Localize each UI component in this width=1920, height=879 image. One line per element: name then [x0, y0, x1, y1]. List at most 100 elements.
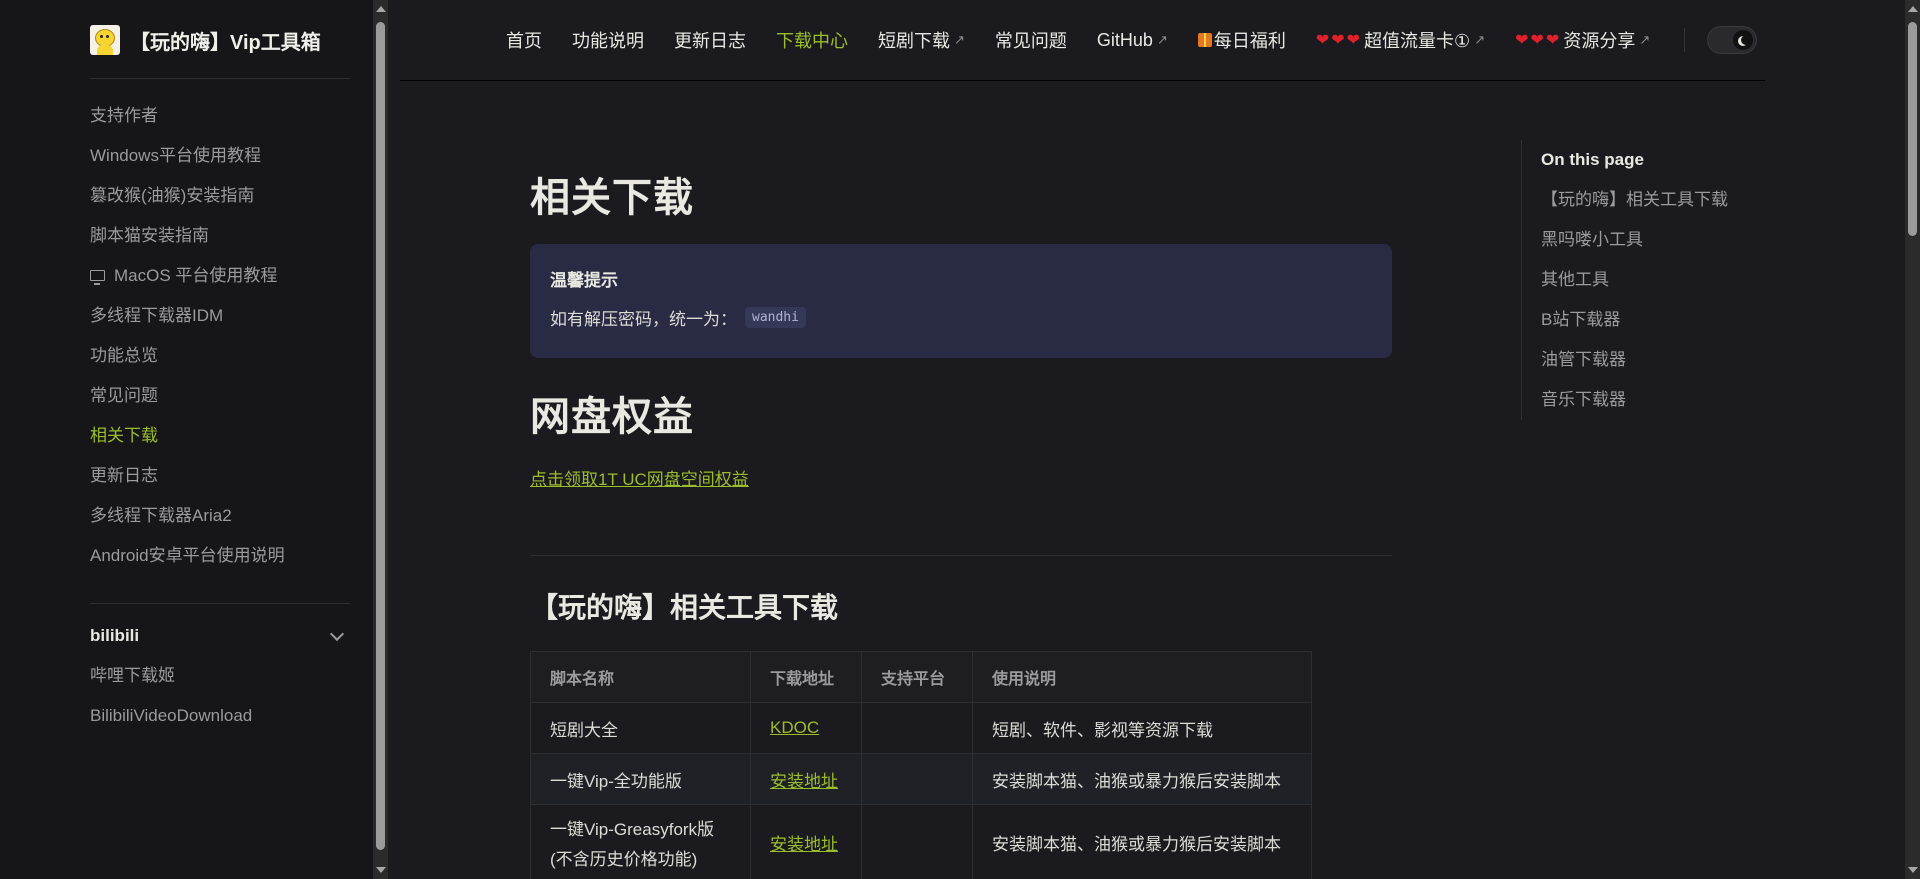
cell-platform [861, 753, 973, 805]
cell-desc: 短剧、软件、影视等资源下载 [972, 702, 1312, 754]
cell-desc: 安装脚本猫、油猴或暴力猴后安装脚本 [972, 804, 1312, 879]
heart-icon: ❤❤❤ [1315, 32, 1363, 49]
nav-label: 资源分享 [1563, 31, 1636, 51]
scroll-up-arrow-icon[interactable] [1908, 6, 1918, 12]
table-header-row: 脚本名称 下载地址 支持平台 使用说明 [530, 651, 1312, 703]
section-title-tools: 【玩的嗨】相关工具下载 [530, 592, 839, 623]
sidebar-item-bilibili-video-download[interactable]: BilibiliVideoDownload [90, 696, 360, 736]
nav-label: GitHub [1096, 29, 1153, 50]
sidebar-item-label: 多线程下载器Aria2 [90, 506, 232, 525]
sidebar-nav: 支持作者 Windows平台使用教程 篡改猴(油猴)安装指南 脚本猫安装指南 M… [90, 96, 360, 576]
sidebar-item-android-guide[interactable]: Android安卓平台使用说明 [90, 536, 360, 576]
nav-changelog[interactable]: 更新日志 [674, 27, 746, 53]
nav-label: 更新日志 [674, 31, 746, 51]
sidebar-item-support-author[interactable]: 支持作者 [90, 96, 360, 136]
sidebar-item-bilibili-downloader[interactable]: 哔哩下载姬 [90, 656, 360, 696]
cell-link: KDOC [750, 702, 862, 754]
sidebar-group-bilibili[interactable]: bilibili [90, 618, 350, 654]
toc-item-wukong-tools[interactable]: 黑吗喽小工具 [1541, 220, 1728, 260]
sidebar-group-label: bilibili [90, 626, 140, 645]
sidebar-item-label: MacOS 平台使用教程 [114, 266, 278, 285]
nav-label: 短剧下载 [878, 31, 950, 51]
sidebar-item-idm[interactable]: 多线程下载器IDM [90, 296, 360, 336]
nav-features[interactable]: 功能说明 [572, 27, 644, 53]
nav-daily-welfare[interactable]: 每日福利 [1197, 27, 1286, 53]
brand-link[interactable]: 【玩的嗨】Vip工具箱 [90, 24, 321, 56]
sidebar-item-changelog[interactable]: 更新日志 [90, 456, 360, 496]
nav-faq[interactable]: 常见问题 [995, 27, 1067, 53]
toc-item-music-downloader[interactable]: 音乐下载器 [1541, 380, 1728, 420]
gift-icon [1197, 33, 1212, 47]
tip-box: 温馨提示 如有解压密码，统一为： wandhi [530, 244, 1392, 358]
cell-link: 安装地址 [750, 753, 862, 805]
scrollbar-thumb[interactable] [1908, 22, 1917, 236]
install-link[interactable]: 安装地址 [770, 772, 838, 791]
nav-home[interactable]: 首页 [506, 27, 542, 53]
cell-platform [861, 804, 973, 879]
sidebar-item-label: 相关下载 [90, 426, 158, 445]
sidebar: 【玩的嗨】Vip工具箱 支持作者 Windows平台使用教程 篡改猴(油猴)安装… [0, 0, 373, 879]
install-link[interactable]: 安装地址 [770, 835, 838, 854]
toc-list: 【玩的嗨】相关工具下载 黑吗喽小工具 其他工具 B站下载器 油管下载器 音乐下载… [1541, 180, 1728, 420]
sidebar-scrollbar[interactable] [373, 0, 388, 879]
nav-label: 每日福利 [1213, 31, 1286, 51]
page-scrollbar[interactable] [1905, 0, 1920, 879]
heart-icon: ❤❤❤ [1515, 32, 1562, 49]
nav-short-drama[interactable]: 短剧下载 ↗ [878, 27, 965, 53]
column-header: 脚本名称 [530, 651, 751, 703]
scroll-up-arrow-icon[interactable] [376, 6, 386, 12]
table-row: 短剧大全 KDOC 短剧、软件、影视等资源下载 [530, 702, 1312, 754]
sidebar-item-macos-guide[interactable]: MacOS 平台使用教程 [90, 256, 360, 296]
sidebar-item-label: 哔哩下载姬 [90, 666, 175, 685]
download-link[interactable]: KDOC [770, 718, 819, 737]
password-code: wandhi [745, 307, 806, 328]
sidebar-item-downloads[interactable]: 相关下载 [90, 416, 360, 456]
nav-github[interactable]: GitHub ↗ [1097, 30, 1168, 51]
site-title: 【玩的嗨】Vip工具箱 [130, 31, 321, 54]
external-link-icon: ↗ [954, 32, 965, 47]
sidebar-item-windows-guide[interactable]: Windows平台使用教程 [90, 136, 360, 176]
nav-label: 常见问题 [994, 31, 1067, 51]
column-header: 支持平台 [861, 651, 973, 703]
cell-link: 安装地址 [750, 804, 862, 879]
sidebar-item-aria2[interactable]: 多线程下载器Aria2 [90, 496, 360, 536]
sidebar-group-items: 哔哩下载姬 BilibiliVideoDownload [90, 656, 360, 736]
chevron-down-icon [329, 626, 345, 641]
uc-cloud-link[interactable]: 点击领取1T UC网盘空间权益 [530, 465, 749, 490]
sidebar-item-scriptcat-guide[interactable]: 脚本猫安装指南 [90, 216, 360, 256]
toc-item-youtube-downloader[interactable]: 油管下载器 [1541, 340, 1728, 380]
toggle-knob [1733, 30, 1754, 50]
table-of-contents: On this page 【玩的嗨】相关工具下载 黑吗喽小工具 其他工具 B站下… [1521, 140, 1781, 420]
scroll-down-arrow-icon[interactable] [1908, 867, 1918, 873]
nav-data-card[interactable]: ❤❤❤ 超值流量卡① ↗ [1316, 27, 1485, 53]
page-title: 相关下载 [530, 176, 694, 220]
logo-icon [90, 25, 120, 55]
monitor-icon [90, 269, 105, 285]
divider [90, 603, 350, 604]
divider [90, 78, 350, 79]
scrollbar-thumb[interactable] [376, 22, 385, 850]
sidebar-item-tampermonkey-guide[interactable]: 篡改猴(油猴)安装指南 [90, 176, 360, 216]
sidebar-item-label: 篡改猴(油猴)安装指南 [90, 186, 255, 205]
toc-item-bilibili-downloader[interactable]: B站下载器 [1541, 300, 1728, 340]
moon-icon [1741, 35, 1751, 45]
toc-item-tools[interactable]: 【玩的嗨】相关工具下载 [1541, 180, 1728, 220]
nav-download-center[interactable]: 下载中心 [776, 27, 848, 53]
external-link-icon: ↗ [1156, 32, 1168, 47]
toc-border [1521, 140, 1522, 420]
nav-label: 超值流量卡① [1364, 31, 1471, 51]
divider [530, 555, 1392, 556]
sidebar-item-label: 支持作者 [90, 106, 158, 125]
toc-item-other-tools[interactable]: 其他工具 [1541, 260, 1728, 300]
sidebar-item-faq[interactable]: 常见问题 [90, 376, 360, 416]
top-navbar: 首页 功能说明 更新日志 下载中心 短剧下载 ↗ 常见问题 GitHub ↗ 每日福… [400, 0, 1765, 81]
scroll-down-arrow-icon[interactable] [376, 867, 386, 873]
cell-desc: 安装脚本猫、油猴或暴力猴后安装脚本 [972, 753, 1312, 805]
theme-toggle[interactable] [1707, 26, 1758, 54]
sidebar-item-label: 脚本猫安装指南 [90, 226, 209, 245]
cell-platform [861, 702, 973, 754]
sidebar-item-features[interactable]: 功能总览 [90, 336, 360, 376]
external-link-icon: ↗ [1639, 32, 1651, 47]
nav-resource-share[interactable]: ❤❤❤ 资源分享 ↗ [1515, 27, 1650, 53]
tools-table: 脚本名称 下载地址 支持平台 使用说明 短剧大全 KDOC 短剧、软件、影视等资… [530, 651, 1312, 879]
